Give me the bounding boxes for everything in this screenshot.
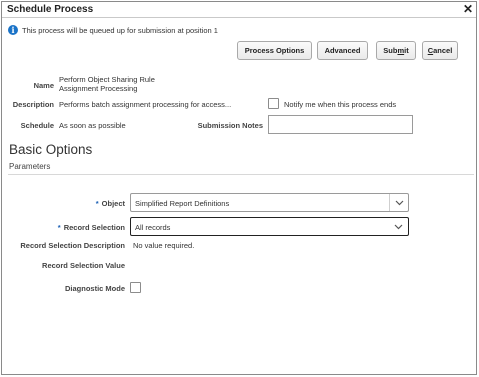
submit-button[interactable]: Sub m it <box>376 41 416 60</box>
dialog-title-bar: Schedule Process ✕ <box>2 2 476 18</box>
process-options-button[interactable]: Process Options <box>237 41 312 60</box>
name-value-line2: Assignment Processing <box>59 84 138 93</box>
submission-notes-input[interactable] <box>268 115 413 134</box>
notify-checkbox[interactable] <box>268 98 279 109</box>
notify-label: Notify me when this process ends <box>284 100 397 109</box>
chevron-down-icon[interactable] <box>389 218 408 235</box>
section-divider <box>8 174 474 175</box>
schedule-label: Schedule <box>20 121 54 130</box>
description-label: Description <box>12 100 54 109</box>
schedule-process-dialog: Schedule Process ✕ i This process will b… <box>1 1 477 375</box>
record-selection-value-label: Record Selection Value <box>42 261 125 270</box>
required-marker: * <box>57 223 61 232</box>
required-marker: * <box>95 199 99 208</box>
name-value-line1: Perform Object Sharing Rule <box>59 75 155 84</box>
info-message-text: This process will be queued up for submi… <box>22 25 218 35</box>
basic-options-heading: Basic Options <box>9 142 93 157</box>
diagnostic-mode-label: Diagnostic Mode <box>64 284 125 293</box>
schedule-value: As soon as possible <box>59 121 126 130</box>
object-select[interactable]: Simplified Report Definitions <box>130 193 409 212</box>
record-selection-description-label: Record Selection Description <box>20 241 125 250</box>
dialog-title: Schedule Process <box>7 4 94 15</box>
info-icon: i <box>8 25 18 35</box>
record-selection-select-value: All records <box>135 223 171 232</box>
chevron-down-icon[interactable] <box>389 194 408 211</box>
submit-access-key: m <box>397 46 405 55</box>
name-label: Name <box>33 81 54 90</box>
advanced-button[interactable]: Advanced <box>317 41 368 60</box>
description-value: Performs batch assignment processing for… <box>59 100 232 109</box>
object-label: * Object <box>8 199 125 208</box>
parameters-subheading: Parameters <box>9 162 51 171</box>
cancel-label-end: ancel <box>433 46 453 55</box>
object-select-value: Simplified Report Definitions <box>135 199 230 208</box>
submit-label-start: Sub <box>383 46 398 55</box>
diagnostic-mode-checkbox[interactable] <box>130 282 141 293</box>
info-message: i This process will be queued up for sub… <box>8 25 218 35</box>
close-icon[interactable]: ✕ <box>463 2 473 16</box>
record-selection-label: * Record Selection <box>8 223 125 232</box>
submit-label-end: it <box>404 46 409 55</box>
record-selection-select[interactable]: All records <box>130 217 409 236</box>
cancel-button[interactable]: Cancel <box>422 41 458 60</box>
record-selection-description-value: No value required. <box>133 241 195 250</box>
record-selection-label-text: Record Selection <box>63 223 125 232</box>
object-label-text: Object <box>101 199 125 208</box>
submission-notes-label: Submission Notes <box>197 121 263 130</box>
